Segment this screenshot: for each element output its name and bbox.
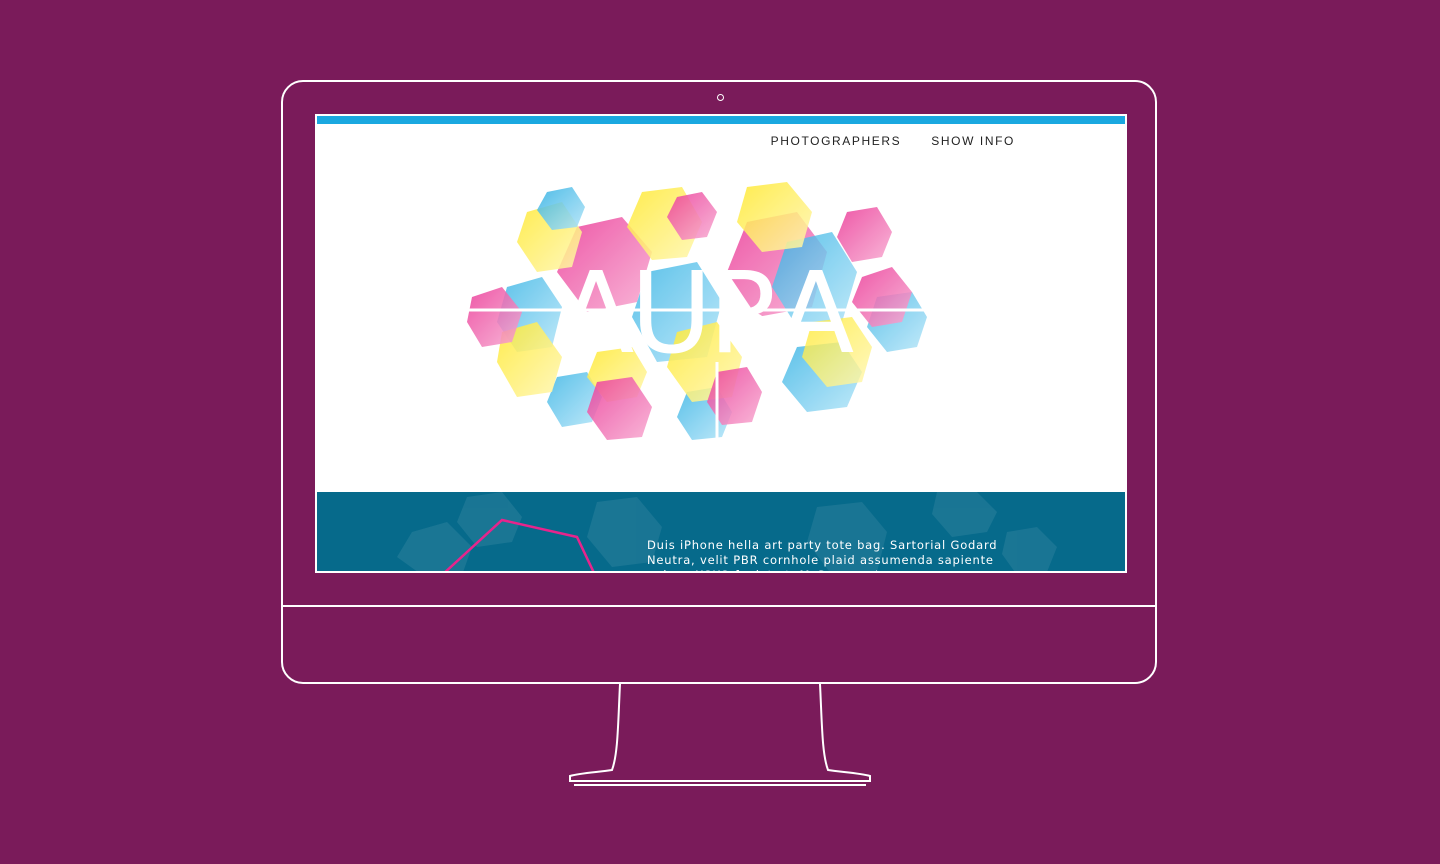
intro-paragraph: Duis iPhone hella art party tote bag. Sa… xyxy=(647,537,998,572)
desktop-mockup: PHOTOGRAPHERS SHOW INFO AURA Duis iPhone… xyxy=(0,0,1440,864)
logo-wordmark: AURA xyxy=(558,249,854,379)
website-screen: PHOTOGRAPHERS SHOW INFO AURA Duis iPhone… xyxy=(315,114,1127,573)
monitor-stand xyxy=(569,684,871,786)
main-nav: PHOTOGRAPHERS SHOW INFO xyxy=(771,134,1015,148)
monitor-chin-divider xyxy=(281,605,1157,607)
nav-link-photographers[interactable]: PHOTOGRAPHERS xyxy=(771,134,902,148)
accent-top-bar xyxy=(317,116,1125,124)
intro-section: Duis iPhone hella art party tote bag. Sa… xyxy=(317,492,1125,572)
nav-link-show-info[interactable]: SHOW INFO xyxy=(931,134,1015,148)
aura-logo: AURA xyxy=(467,182,937,444)
webcam-icon xyxy=(717,94,724,101)
